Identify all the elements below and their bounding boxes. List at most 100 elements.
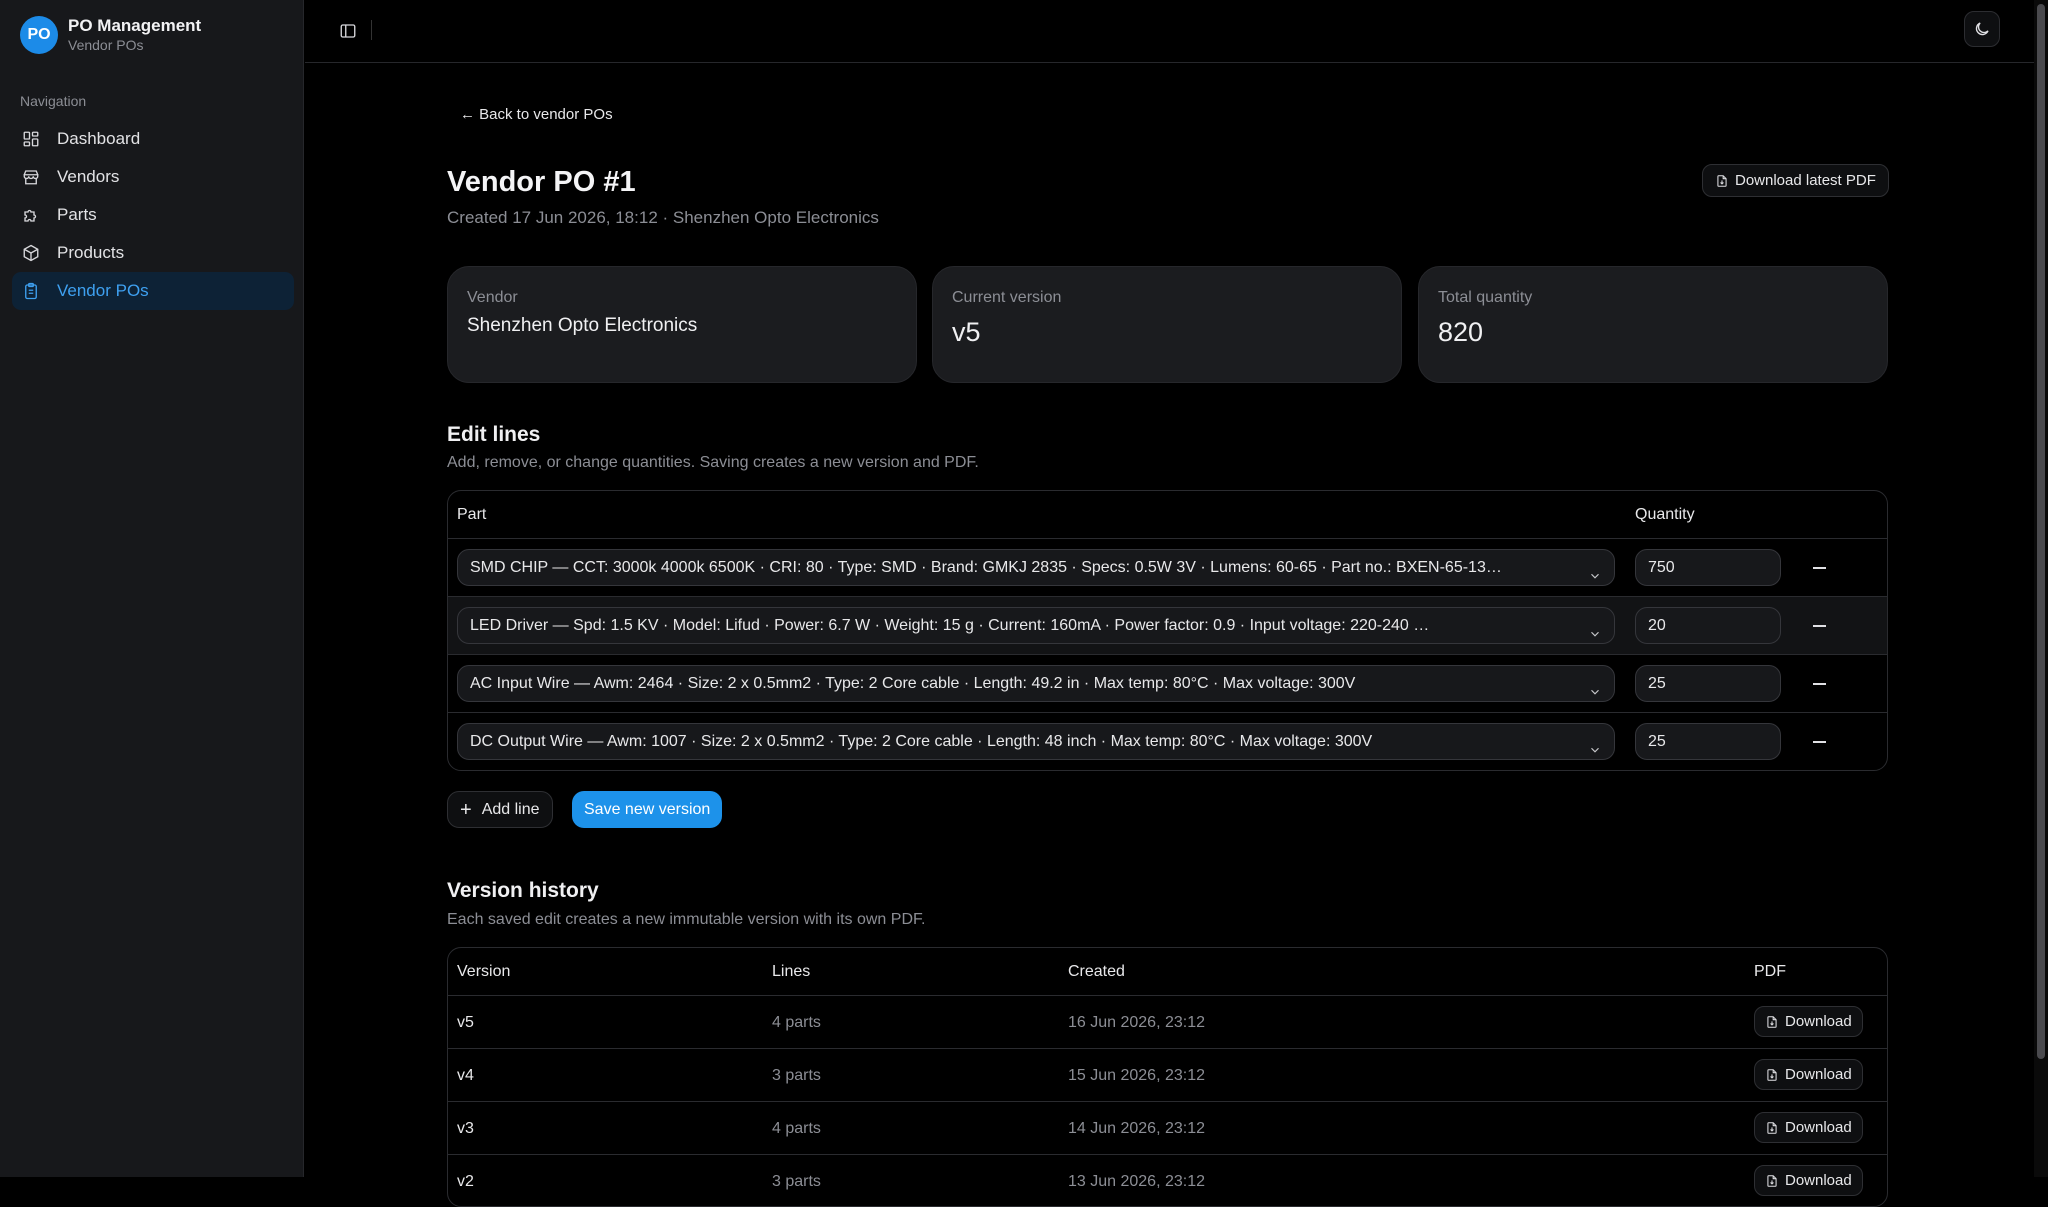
sidebar-nav: Dashboard Vendors Parts Products Vendor … — [12, 120, 294, 310]
row-created: 15 Jun 2026, 23:12 — [1068, 1067, 1206, 1084]
lines-table-header: Part Quantity — [448, 491, 1887, 539]
row-version: v3 — [457, 1120, 474, 1137]
download-label: Download — [1785, 1119, 1852, 1136]
sidebar-item-label: Parts — [57, 205, 97, 224]
line-row: LED Driver — Spd: 1.5 KV · Model: Lifud … — [448, 597, 1887, 655]
theme-toggle-button[interactable] — [1964, 11, 2000, 47]
scrollbar-thumb[interactable] — [2037, 4, 2045, 1059]
store-icon — [21, 167, 41, 187]
row-lines: 3 parts — [772, 1173, 821, 1190]
version-history-title: Version history — [447, 879, 599, 902]
nav-label: Navigation — [20, 93, 87, 109]
col-version: Version — [457, 963, 511, 980]
puzzle-icon — [21, 205, 41, 225]
add-line-button[interactable]: + Add line — [447, 791, 553, 828]
sidebar-toggle-icon — [340, 24, 356, 38]
quantity-card-label: Total quantity — [1438, 289, 1533, 306]
lines-table: Part Quantity SMD CHIP — CCT: 3000k 4000… — [447, 490, 1888, 771]
file-download-icon — [1717, 174, 1727, 187]
vendor-card: Vendor Shenzhen Opto Electronics — [447, 266, 917, 383]
download-label: Download — [1785, 1013, 1852, 1030]
plus-icon: + — [460, 798, 472, 821]
page-scrollbar[interactable] — [2034, 0, 2048, 1177]
sidebar-item-label: Dashboard — [57, 129, 141, 148]
save-new-version-button[interactable]: Save new version — [572, 791, 723, 828]
top-bar — [305, 0, 2034, 63]
remove-line-button[interactable] — [1808, 615, 1830, 637]
part-select-value: DC Output Wire — Awm: 1007 · Size: 2 x 0… — [470, 733, 1373, 750]
line-row: DC Output Wire — Awm: 1007 · Size: 2 x 0… — [448, 713, 1887, 770]
sidebar-item-dashboard[interactable]: Dashboard — [12, 120, 294, 158]
quantity-input[interactable]: 25 — [1635, 723, 1781, 760]
part-select[interactable]: AC Input Wire — Awm: 2464 · Size: 2 x 0.… — [457, 665, 1615, 702]
minus-icon — [1812, 567, 1826, 569]
sidebar-item-vendors[interactable]: Vendors — [12, 158, 294, 196]
sidebar-toggle-button[interactable] — [335, 18, 361, 44]
line-row: AC Input Wire — Awm: 2464 · Size: 2 x 0.… — [448, 655, 1887, 713]
quantity-input[interactable]: 750 — [1635, 549, 1781, 586]
quantity-input[interactable]: 25 — [1635, 665, 1781, 702]
row-created: 16 Jun 2026, 23:12 — [1068, 1014, 1206, 1031]
download-pdf-button[interactable]: Download — [1754, 1165, 1863, 1196]
row-lines: 4 parts — [772, 1014, 821, 1031]
sidebar-item-label: Vendors — [57, 167, 120, 186]
version-history-subtitle: Each saved edit creates a new immutable … — [447, 911, 926, 928]
remove-line-button[interactable] — [1808, 673, 1830, 695]
sidebar-item-label: Products — [57, 243, 125, 262]
download-pdf-button[interactable]: Download — [1754, 1059, 1863, 1090]
sidebar-item-products[interactable]: Products — [12, 234, 294, 272]
file-download-icon — [1767, 1015, 1777, 1028]
part-select-value: SMD CHIP — CCT: 3000k 4000k 6500K · CRI:… — [470, 559, 1502, 576]
table-row: v5 4 parts 16 Jun 2026, 23:12 Download — [448, 996, 1887, 1049]
app-name: PO Management — [68, 16, 202, 35]
back-link[interactable]: ← Back to vendor POs — [460, 106, 613, 123]
edit-lines-title: Edit lines — [447, 423, 541, 446]
col-quantity: Quantity — [1635, 506, 1695, 523]
col-lines: Lines — [772, 963, 811, 980]
app-section: Vendor POs — [68, 37, 144, 53]
chevron-down-icon — [1588, 561, 1602, 579]
part-select[interactable]: DC Output Wire — Awm: 1007 · Size: 2 x 0… — [457, 723, 1615, 760]
chevron-down-icon — [1588, 619, 1602, 637]
minus-icon — [1812, 683, 1826, 685]
sidebar: PO PO Management Vendor POs Navigation D… — [0, 0, 304, 1177]
chevron-down-icon — [1588, 735, 1602, 753]
row-version: v4 — [457, 1067, 474, 1084]
file-download-icon — [1767, 1174, 1777, 1187]
chevron-down-icon — [1588, 677, 1602, 695]
remove-line-button[interactable] — [1808, 557, 1830, 579]
download-pdf-button[interactable]: Download — [1754, 1006, 1863, 1037]
download-latest-pdf-button[interactable]: Download latest PDF — [1702, 164, 1889, 197]
sidebar-item-label: Vendor POs — [57, 281, 149, 300]
row-lines: 4 parts — [772, 1120, 821, 1137]
row-created: 13 Jun 2026, 23:12 — [1068, 1173, 1206, 1190]
table-row: v4 3 parts 15 Jun 2026, 23:12 Download — [448, 1049, 1887, 1102]
sidebar-item-vendor-pos[interactable]: Vendor POs — [12, 272, 294, 310]
col-created: Created — [1068, 963, 1125, 980]
download-label: Download — [1785, 1172, 1852, 1189]
minus-icon — [1812, 741, 1826, 743]
edit-lines-subtitle: Add, remove, or change quantities. Savin… — [447, 454, 979, 471]
app-logo: PO — [20, 16, 58, 54]
download-latest-label: Download latest PDF — [1735, 172, 1876, 189]
dashboard-icon — [21, 129, 41, 149]
quantity-input[interactable]: 20 — [1635, 607, 1781, 644]
remove-line-button[interactable] — [1808, 731, 1830, 753]
page-title: Vendor PO #1 — [447, 166, 636, 198]
quantity-card-value: 820 — [1438, 317, 1484, 347]
row-version: v2 — [457, 1173, 474, 1190]
download-pdf-button[interactable]: Download — [1754, 1112, 1863, 1143]
file-download-icon — [1767, 1121, 1777, 1134]
part-select[interactable]: LED Driver — Spd: 1.5 KV · Model: Lifud … — [457, 607, 1615, 644]
vendor-card-value: Shenzhen Opto Electronics — [467, 315, 698, 336]
quantity-card: Total quantity 820 — [1418, 266, 1888, 383]
table-row: v2 3 parts 13 Jun 2026, 23:12 Download — [448, 1155, 1887, 1206]
app-brand[interactable]: PO PO Management Vendor POs — [20, 16, 201, 54]
row-created: 14 Jun 2026, 23:12 — [1068, 1120, 1206, 1137]
col-part: Part — [457, 506, 487, 523]
part-select-value: AC Input Wire — Awm: 2464 · Size: 2 x 0.… — [470, 675, 1356, 692]
topbar-divider — [371, 20, 372, 40]
part-select[interactable]: SMD CHIP — CCT: 3000k 4000k 6500K · CRI:… — [457, 549, 1615, 586]
vendor-card-label: Vendor — [467, 289, 518, 306]
sidebar-item-parts[interactable]: Parts — [12, 196, 294, 234]
